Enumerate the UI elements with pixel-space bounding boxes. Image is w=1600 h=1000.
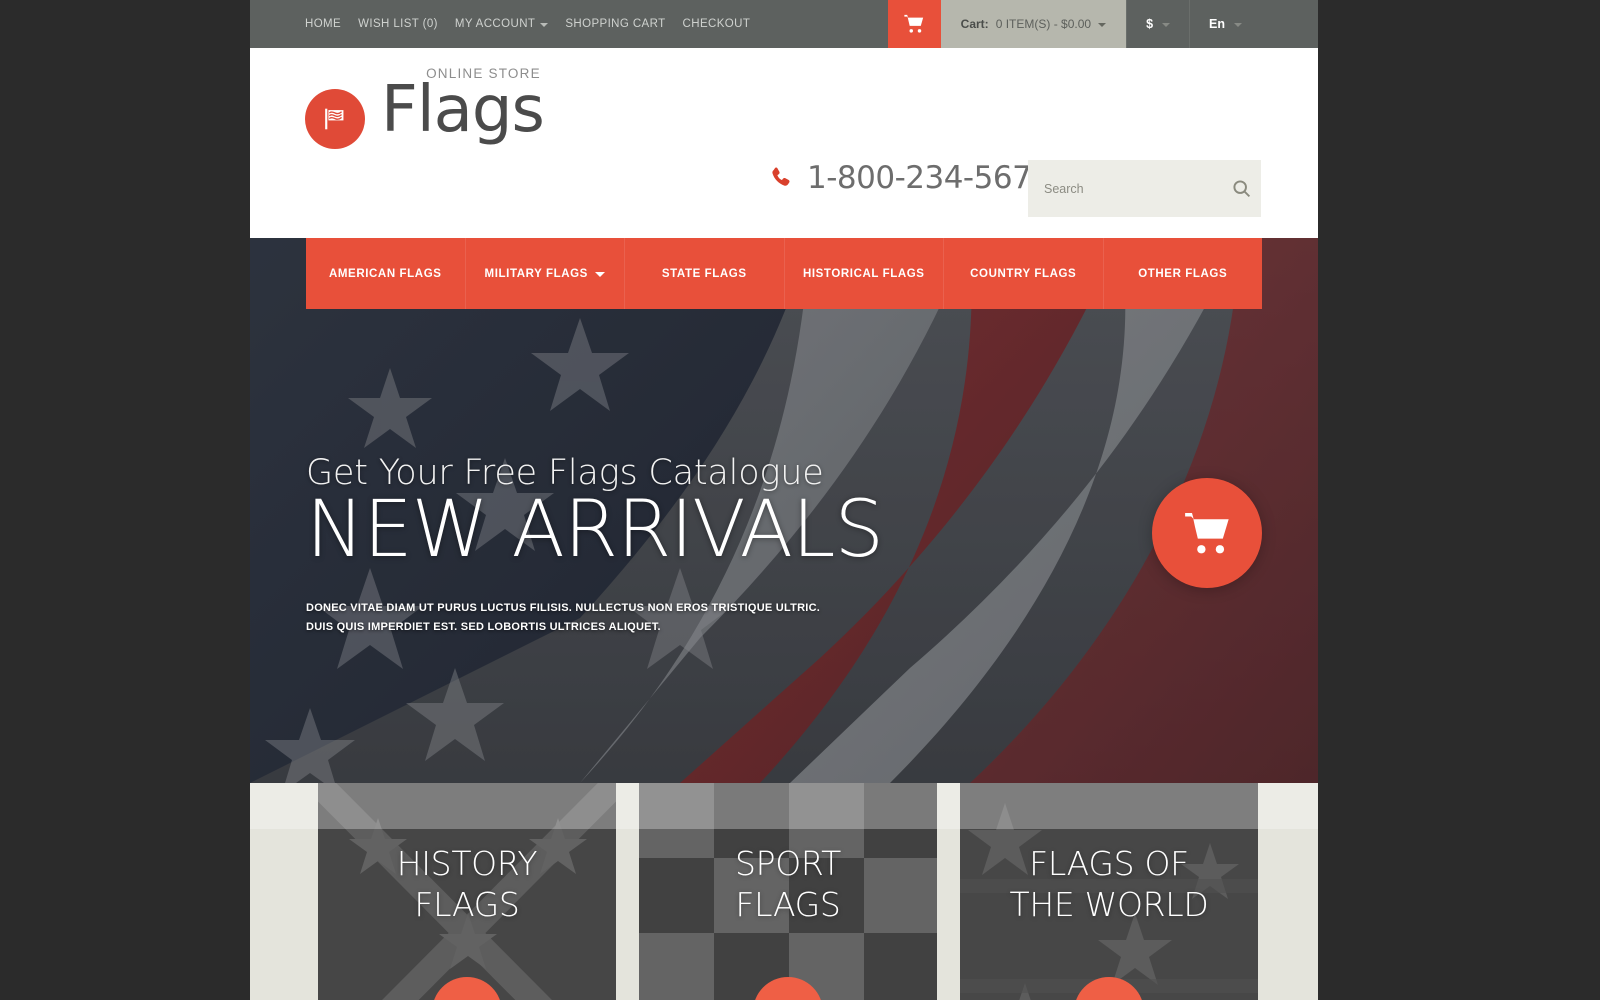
logo-title: Flags <box>381 73 545 147</box>
category-label-line-1: SPORT <box>734 844 841 883</box>
category-label-sport-flags: SPORT FLAGS <box>639 843 937 925</box>
logo-badge <box>305 89 365 149</box>
site-logo[interactable]: ONLINE STORE Flags <box>305 66 545 149</box>
topbar-link-my-account[interactable]: MY ACCOUNT <box>454 18 549 30</box>
nav-item-label: HISTORICAL FLAGS <box>802 267 925 280</box>
hero-description-line-2: DUIS QUIS IMPERDIET EST. SED LOBORTIS UL… <box>306 621 661 633</box>
topbar-link-label: MY ACCOUNT <box>454 18 536 30</box>
category-label-line-2: THE WORLD <box>1009 885 1209 924</box>
chevron-down-icon <box>540 23 549 27</box>
site-header: ONLINE STORE Flags 1-800-234-5677 <box>250 48 1318 238</box>
nav-item-historical-flags[interactable]: HISTORICAL FLAGS <box>785 238 944 309</box>
category-card-history-flags[interactable]: HISTORY FLAGS <box>318 783 616 1000</box>
shopping-cart-icon <box>1185 513 1229 554</box>
top-bar-links: HOME WISH LIST (0) MY ACCOUNT SHOPPING C… <box>250 0 888 48</box>
topbar-link-wishlist[interactable]: WISH LIST (0) <box>358 18 438 30</box>
main-navigation: AMERICAN FLAGS MILITARY FLAGS STATE FLAG… <box>306 238 1262 309</box>
nav-item-country-flags[interactable]: COUNTRY FLAGS <box>944 238 1104 309</box>
search-icon <box>1232 180 1250 198</box>
hero-banner: AMERICAN FLAGS MILITARY FLAGS STATE FLAG… <box>250 238 1318 783</box>
topbar-link-label: CHECKOUT <box>682 18 751 30</box>
cart-label: Cart: <box>960 17 989 31</box>
nav-item-state-flags[interactable]: STATE FLAGS <box>625 238 785 309</box>
phone-block: 1-800-234-5677 <box>768 160 1051 196</box>
language-label: En <box>1209 17 1225 31</box>
topbar-link-label: HOME <box>305 18 342 30</box>
phone-number: 1-800-234-5677 <box>807 160 1051 196</box>
top-bar: HOME WISH LIST (0) MY ACCOUNT SHOPPING C… <box>250 0 1318 48</box>
shopping-cart-icon <box>904 14 924 33</box>
hero-content: Get Your Free Flags Catalogue NEW ARRIVA… <box>306 453 966 637</box>
search-input[interactable] <box>1028 181 1221 196</box>
nav-item-label: OTHER FLAGS <box>1138 267 1228 280</box>
category-label-line-2: FLAGS <box>414 885 520 924</box>
cart-summary-dropdown[interactable]: Cart: 0 ITEM(S) - $0.00 <box>940 0 1127 48</box>
category-label-flags-of-the-world: FLAGS OF THE WORLD <box>960 843 1258 925</box>
category-label-history-flags: HISTORY FLAGS <box>318 843 616 925</box>
category-card-sport-flags[interactable]: SPORT FLAGS <box>639 783 937 1000</box>
topbar-link-checkout[interactable]: CHECKOUT <box>683 18 751 30</box>
cart-total: 0 ITEM(S) - $0.00 <box>995 17 1092 31</box>
search-box <box>1028 160 1261 217</box>
chevron-down-icon <box>1098 23 1107 27</box>
language-selector[interactable]: En <box>1189 0 1261 48</box>
currency-label: $ <box>1146 17 1154 31</box>
cart-icon-button[interactable] <box>887 0 941 48</box>
nav-item-military-flags[interactable]: MILITARY FLAGS <box>466 238 625 309</box>
nav-item-label: MILITARY FLAGS <box>484 267 588 280</box>
search-button[interactable] <box>1221 160 1261 217</box>
category-label-line-1: HISTORY <box>396 844 538 883</box>
chevron-down-icon <box>1234 23 1242 27</box>
chevron-down-icon <box>594 272 605 277</box>
hero-cart-button[interactable] <box>1152 478 1262 588</box>
phone-icon <box>772 167 790 186</box>
topbar-link-label: WISH LIST (0) <box>358 18 438 30</box>
hero-description: DONEC VITAE DIAM UT PURUS LUCTUS FILISIS… <box>306 599 966 637</box>
currency-selector[interactable]: $ <box>1126 0 1189 48</box>
nav-item-label: COUNTRY FLAGS <box>970 267 1077 280</box>
nav-item-label: STATE FLAGS <box>661 267 747 280</box>
top-bar-spacer <box>1261 0 1318 48</box>
nav-item-label: AMERICAN FLAGS <box>328 267 442 280</box>
logo-text: ONLINE STORE Flags <box>381 66 545 147</box>
category-label-line-2: FLAGS <box>735 885 841 924</box>
nav-item-american-flags[interactable]: AMERICAN FLAGS <box>306 238 466 309</box>
chevron-down-icon <box>1162 23 1171 27</box>
category-label-line-1: FLAGS OF <box>1029 844 1189 883</box>
hero-title: NEW ARRIVALS <box>306 485 884 575</box>
topbar-link-label: SHOPPING CART <box>565 18 666 30</box>
topbar-link-shopping-cart[interactable]: SHOPPING CART <box>565 18 665 30</box>
hero-description-line-1: DONEC VITAE DIAM UT PURUS LUCTUS FILISIS… <box>306 602 821 614</box>
flag-icon <box>325 108 344 130</box>
topbar-link-home[interactable]: HOME <box>305 18 341 30</box>
page-container: HOME WISH LIST (0) MY ACCOUNT SHOPPING C… <box>250 0 1318 1000</box>
nav-item-other-flags[interactable]: OTHER FLAGS <box>1104 238 1263 309</box>
category-cards: HISTORY FLAGS SPORT FLAGS FLAGS OF THE W… <box>250 783 1318 1000</box>
category-card-flags-of-the-world[interactable]: FLAGS OF THE WORLD <box>960 783 1258 1000</box>
